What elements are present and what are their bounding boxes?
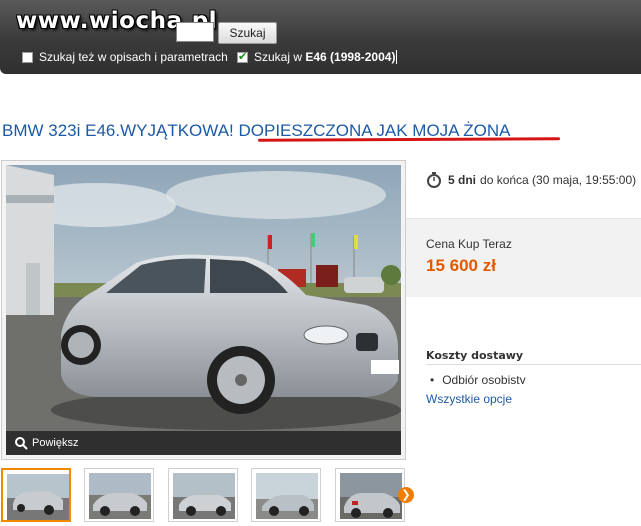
search-input[interactable] [176, 22, 214, 42]
thumbnail-4[interactable] [251, 468, 321, 522]
search-button[interactable]: Szukaj [218, 22, 277, 44]
shipping-option: Odbiór osobisty [430, 373, 525, 384]
main-photo-frame: Powiększ [1, 160, 406, 460]
search-category-name: E46 (1998-2004) [305, 50, 396, 64]
zoom-label: Powiększ [32, 437, 79, 449]
all-shipping-options-link[interactable]: Wszystkie opcje [426, 392, 512, 406]
main-photo[interactable] [6, 165, 401, 455]
clock-icon [427, 172, 441, 188]
red-underline-annotation [257, 137, 561, 142]
zoom-bar[interactable]: Powiększ [6, 431, 401, 455]
search-descriptions-label: Szukaj też w opisach i parametrach [39, 50, 228, 64]
search-category-checkbox[interactable] [237, 50, 248, 63]
listing-title-part1: BMW 323i E46.WYJĄTKOWA! [2, 121, 239, 140]
search-descriptions-option[interactable]: Szukaj też w opisach i parametrach [22, 50, 228, 64]
buy-now-price: 15 600 zł [426, 256, 496, 275]
thumbnails-next-button[interactable]: ❯ [398, 487, 414, 503]
buy-now-label: Cena Kup Teraz [426, 237, 512, 251]
time-left-value: 5 dni [448, 173, 477, 187]
search-category-prefix: Szukaj w [254, 50, 303, 64]
search-category-option[interactable]: Szukaj w E46 (1998-2004) [237, 50, 398, 64]
buy-now-box: Cena Kup Teraz 15 600 zł [406, 218, 641, 297]
thumbnail-5[interactable] [335, 468, 405, 522]
search-descriptions-checkbox[interactable] [22, 51, 33, 63]
thumbnail-3[interactable] [168, 468, 238, 522]
search-bar: www.wiocha.pl Szukaj Szukaj też w opisac… [0, 0, 641, 74]
shipping-heading: Koszty dostawy [426, 349, 524, 362]
thumbnail-1[interactable] [1, 468, 71, 522]
shipping-divider [426, 364, 641, 365]
time-left-detail: do końca (30 maja, 19:55:00) [480, 173, 637, 187]
thumbnail-2[interactable] [84, 468, 154, 522]
auction-timer: 5 dni do końca (30 maja, 19:55:00) [426, 172, 636, 188]
text-cursor [396, 50, 398, 64]
magnifier-icon [15, 437, 28, 450]
